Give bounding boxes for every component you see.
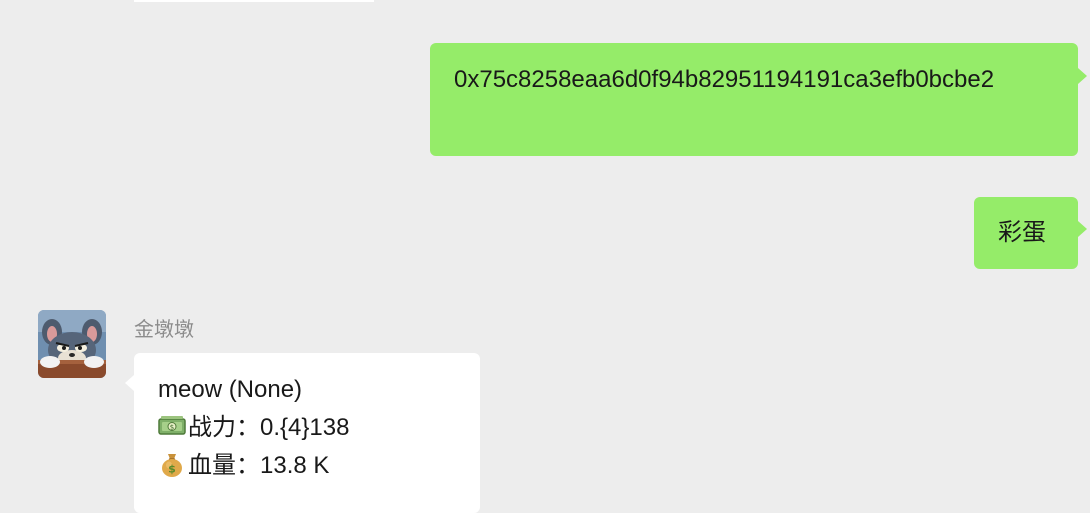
incoming-message-stats[interactable]: meow (None) $ 战力：0.{4}138 $ 血量：13.8 K xyxy=(134,353,480,513)
power-label: 战力： xyxy=(188,414,260,441)
bubble-tail xyxy=(1078,68,1087,84)
stats-line-name: meow (None) xyxy=(158,371,456,409)
hp-value: 13.8 K xyxy=(260,452,330,479)
stats-name-text: meow (None) xyxy=(158,376,303,403)
money-bag-icon: $ xyxy=(162,454,182,477)
stats-line-hp: $ 血量：13.8 K xyxy=(158,447,456,485)
bubble-tail xyxy=(125,375,134,391)
svg-text:$: $ xyxy=(170,424,174,432)
outgoing-message-address[interactable]: 0x75c8258eaa6d0f94b82951194191ca3efb0bcb… xyxy=(430,43,1078,156)
power-value: 0.{4}138 xyxy=(260,414,350,441)
svg-text:$: $ xyxy=(168,463,176,476)
stats-line-power: $ 战力：0.{4}138 xyxy=(158,409,456,447)
tom-cat-avatar-icon xyxy=(38,310,106,378)
hp-label: 血量： xyxy=(188,452,260,479)
sender-name: 金墩墩 xyxy=(134,319,194,341)
previous-message-bubble-edge xyxy=(134,0,374,2)
bubble-tail xyxy=(1078,221,1087,237)
money-banknote-icon: $ xyxy=(158,416,186,435)
outgoing-message-easter-egg[interactable]: 彩蛋 xyxy=(974,197,1078,269)
sender-avatar[interactable] xyxy=(38,310,106,378)
